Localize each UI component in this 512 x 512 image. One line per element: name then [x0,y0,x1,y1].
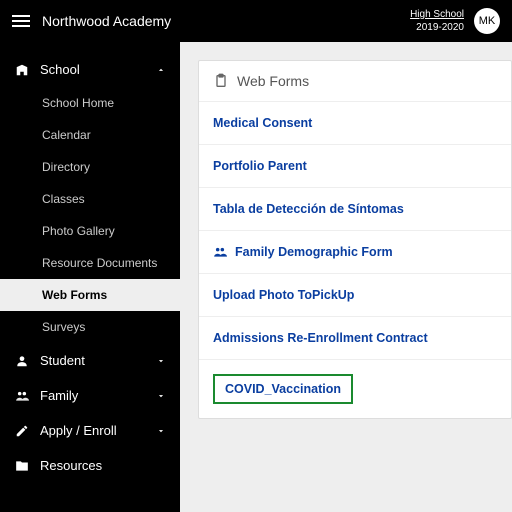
form-row-label: COVID_Vaccination [225,382,341,396]
pencil-icon [14,424,30,438]
form-row-upload-photo[interactable]: Upload Photo ToPickUp [199,273,511,316]
sidebar-item-photo-gallery[interactable]: Photo Gallery [0,215,180,247]
person-icon [14,354,30,368]
nav-section-school: School School Home Calendar Directory Cl… [0,52,180,343]
header-left: Northwood Academy [12,13,171,29]
panel-header: Web Forms [199,61,511,101]
folder-icon [14,459,30,473]
people-icon [14,389,30,403]
form-row-admissions-reenrollment[interactable]: Admissions Re-Enrollment Contract [199,316,511,359]
nav-head-apply-enroll[interactable]: Apply / Enroll [0,413,180,448]
context-switcher[interactable]: High School 2019-2020 [410,8,464,34]
sidebar-item-calendar[interactable]: Calendar [0,119,180,151]
chevron-up-icon [156,65,166,75]
sidebar-item-classes[interactable]: Classes [0,183,180,215]
sidebar-item-school-home[interactable]: School Home [0,87,180,119]
nav-label: Family [40,388,146,403]
nav-head-school[interactable]: School [0,52,180,87]
menu-icon[interactable] [12,15,30,27]
nav-head-student[interactable]: Student [0,343,180,378]
people-icon [213,245,227,259]
highlight-box: COVID_Vaccination [213,374,353,404]
form-row-sintomas[interactable]: Tabla de Detección de Síntomas [199,187,511,230]
form-row-portfolio-parent[interactable]: Portfolio Parent [199,144,511,187]
header-right: High School 2019-2020 MK [410,8,500,34]
sidebar-item-surveys[interactable]: Surveys [0,311,180,343]
form-row-label: Tabla de Detección de Síntomas [213,202,404,216]
sidebar: School School Home Calendar Directory Cl… [0,42,180,512]
sidebar-item-web-forms[interactable]: Web Forms [0,279,180,311]
app-title: Northwood Academy [42,13,171,29]
panel-title: Web Forms [237,73,309,89]
form-row-medical-consent[interactable]: Medical Consent [199,101,511,144]
web-forms-panel: Web Forms Medical Consent Portfolio Pare… [198,60,512,419]
chevron-down-icon [156,391,166,401]
sidebar-item-directory[interactable]: Directory [0,151,180,183]
app-header: Northwood Academy High School 2019-2020 … [0,0,512,42]
nav-head-resources[interactable]: Resources [0,448,180,483]
nav-label: Student [40,353,146,368]
form-row-label: Portfolio Parent [213,159,307,173]
form-row-covid-vaccination[interactable]: COVID_Vaccination [199,359,511,418]
form-row-label: Admissions Re-Enrollment Contract [213,331,428,345]
nav-label: Apply / Enroll [40,423,146,438]
building-icon [14,63,30,77]
sidebar-item-resource-documents[interactable]: Resource Documents [0,247,180,279]
chevron-down-icon [156,426,166,436]
nav-label: Resources [40,458,166,473]
form-row-family-demographic[interactable]: Family Demographic Form [199,230,511,273]
context-year: 2019-2020 [410,21,464,34]
clipboard-icon [213,73,229,89]
main-content: Web Forms Medical Consent Portfolio Pare… [180,42,512,512]
context-school: High School [410,8,464,21]
form-row-label: Medical Consent [213,116,312,130]
chevron-down-icon [156,356,166,366]
nav-label: School [40,62,146,77]
avatar[interactable]: MK [474,8,500,34]
form-row-label: Upload Photo ToPickUp [213,288,354,302]
form-row-label: Family Demographic Form [235,245,393,259]
nav-head-family[interactable]: Family [0,378,180,413]
